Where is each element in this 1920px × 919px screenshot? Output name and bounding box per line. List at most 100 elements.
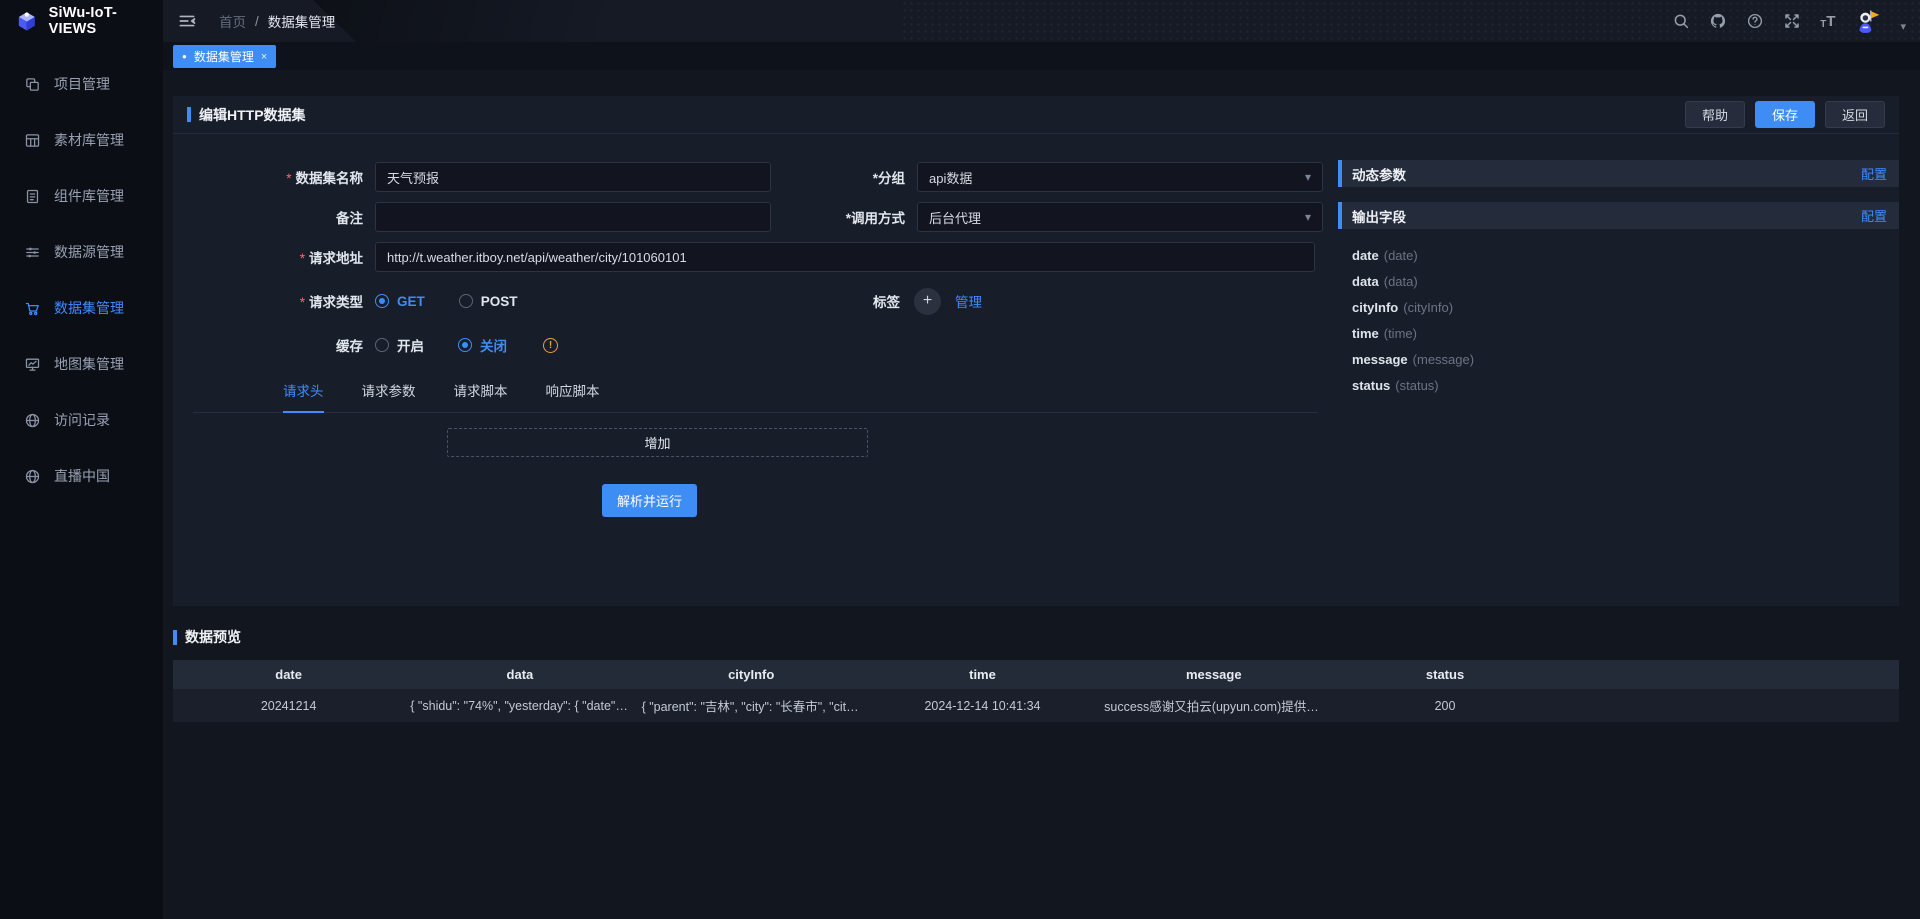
tab-request-headers[interactable]: 请求头 xyxy=(283,380,324,413)
radio-label: GET xyxy=(397,294,425,309)
back-button[interactable]: 返回 xyxy=(1825,101,1885,128)
sidebar-item-label: 组件库管理 xyxy=(54,186,124,206)
sidebar-item-component-library[interactable]: 组件库管理 xyxy=(0,168,163,224)
help-question-icon[interactable] xyxy=(1746,12,1764,30)
tab-request-script[interactable]: 请求脚本 xyxy=(454,380,508,412)
preview-table: date data cityInfo time message status 2… xyxy=(173,660,1899,722)
fullscreen-icon[interactable] xyxy=(1783,12,1801,30)
sidebar-item-access-log[interactable]: 访问记录 xyxy=(0,392,163,448)
field-name: time xyxy=(1352,326,1379,341)
request-type-post-radio[interactable]: POST xyxy=(459,294,518,309)
remark-input[interactable] xyxy=(375,202,771,232)
github-icon[interactable] xyxy=(1709,12,1727,30)
data-preview-header: 数据预览 xyxy=(173,627,1899,647)
add-tag-button[interactable]: + xyxy=(914,288,941,315)
accent-bar xyxy=(1338,202,1342,229)
chevron-down-icon[interactable]: ▾ xyxy=(1900,20,1906,33)
globe-icon xyxy=(24,468,41,485)
manage-tags-link[interactable]: 管理 xyxy=(955,291,982,311)
sidebar-item-label: 地图集管理 xyxy=(54,354,124,374)
field-alias: (date) xyxy=(1384,248,1418,263)
right-panel: 动态参数 配置 输出字段 配置 date(date) data(data) ci… xyxy=(1338,160,1899,398)
warning-icon: ! xyxy=(543,338,558,353)
table-row: 20241214 { "shidu": "74%", "yesterday": … xyxy=(173,689,1899,722)
accent-bar xyxy=(1338,160,1342,187)
invoke-mode-label: *调用方式 xyxy=(785,207,905,227)
request-config-tabs: 请求头 请求参数 请求脚本 响应脚本 xyxy=(193,380,1318,413)
cache-on-radio[interactable]: 开启 xyxy=(375,335,424,355)
add-header-button[interactable]: 增加 xyxy=(447,428,868,457)
topbar-actions: TT ▾ xyxy=(1672,8,1906,35)
parse-and-run-button[interactable]: 解析并运行 xyxy=(602,484,697,517)
panel-header: 编辑HTTP数据集 帮助 保存 返回 xyxy=(173,96,1899,134)
cell-date: 20241214 xyxy=(173,689,404,722)
sidebar-item-datasource[interactable]: 数据源管理 xyxy=(0,224,163,280)
cell-cityinfo: { "parent": "吉林", "city": "长春市", "cityke… xyxy=(636,689,867,722)
radio-icon xyxy=(458,338,472,352)
list-item: message(message) xyxy=(1352,346,1899,372)
field-name: message xyxy=(1352,352,1408,367)
font-size-icon[interactable]: TT xyxy=(1820,13,1835,30)
col-time: time xyxy=(867,660,1098,689)
search-icon[interactable] xyxy=(1672,12,1690,30)
table-header-row: date data cityInfo time message status xyxy=(173,660,1899,689)
output-fields-header: 输出字段 配置 xyxy=(1338,202,1899,229)
active-dot-icon: ● xyxy=(182,53,187,61)
list-item: status(status) xyxy=(1352,372,1899,398)
sidebar-menu: 项目管理 素材库管理 组件库管理 数据源管理 数据集管理 xyxy=(0,56,163,504)
group-select-value: api数据 xyxy=(929,168,972,187)
field-name: status xyxy=(1352,378,1390,393)
field-name: date xyxy=(1352,248,1379,263)
sidebar-item-project[interactable]: 项目管理 xyxy=(0,56,163,112)
radio-label: 关闭 xyxy=(480,335,507,355)
radio-icon xyxy=(459,294,473,308)
radio-icon xyxy=(375,294,389,308)
sidebar-item-live-china[interactable]: 直播中国 xyxy=(0,448,163,504)
cache-off-radio[interactable]: 关闭 xyxy=(458,335,507,355)
help-button[interactable]: 帮助 xyxy=(1685,101,1745,128)
request-url-input[interactable] xyxy=(375,242,1315,272)
material-library-icon xyxy=(24,132,41,149)
dynamic-params-header: 动态参数 配置 xyxy=(1338,160,1899,187)
sidebar-item-label: 直播中国 xyxy=(54,466,110,486)
tab-dataset-management[interactable]: ● 数据集管理 × xyxy=(173,45,276,68)
sidebar-item-material-library[interactable]: 素材库管理 xyxy=(0,112,163,168)
invoke-mode-select-value: 后台代理 xyxy=(929,208,981,227)
required-mark: * xyxy=(300,251,305,266)
edit-http-dataset-panel: 编辑HTTP数据集 帮助 保存 返回 *数据集名称 *分组 api数据 ▾ xyxy=(173,96,1899,606)
data-preview-section: 数据预览 date data cityInfo time message sta… xyxy=(173,627,1899,722)
invoke-mode-select[interactable]: 后台代理 ▾ xyxy=(917,202,1323,232)
cache-label: 缓存 xyxy=(193,335,363,355)
sidebar-item-dataset[interactable]: 数据集管理 xyxy=(0,280,163,336)
font-size-large: T xyxy=(1826,13,1835,30)
sidebar-collapse-icon[interactable] xyxy=(177,11,197,31)
radio-icon xyxy=(375,338,389,352)
group-select[interactable]: api数据 ▾ xyxy=(917,162,1323,192)
save-button[interactable]: 保存 xyxy=(1755,101,1815,128)
request-type-get-radio[interactable]: GET xyxy=(375,294,425,309)
globe-icon xyxy=(24,412,41,429)
datasource-icon xyxy=(24,244,41,261)
output-fields-title: 输出字段 xyxy=(1352,206,1406,226)
close-icon[interactable]: × xyxy=(261,51,267,63)
user-avatar[interactable] xyxy=(1854,8,1881,35)
dataset-name-input[interactable] xyxy=(375,162,771,192)
dynamic-params-title: 动态参数 xyxy=(1352,164,1406,184)
tags-group: 标签 + 管理 xyxy=(873,288,982,315)
request-type-label: *请求类型 xyxy=(193,291,363,311)
field-alias: (data) xyxy=(1384,274,1418,289)
plus-icon: + xyxy=(923,292,932,310)
col-date: date xyxy=(173,660,404,689)
accent-bar xyxy=(187,107,191,122)
group-label: *分组 xyxy=(785,167,905,187)
col-cityinfo: cityInfo xyxy=(636,660,867,689)
dynamic-params-config-link[interactable]: 配置 xyxy=(1861,164,1887,183)
sidebar-item-label: 数据源管理 xyxy=(54,242,124,262)
sidebar-item-map-atlas[interactable]: 地图集管理 xyxy=(0,336,163,392)
tab-request-params[interactable]: 请求参数 xyxy=(362,380,416,412)
breadcrumb-home[interactable]: 首页 xyxy=(219,11,246,31)
output-fields-config-link[interactable]: 配置 xyxy=(1861,206,1887,225)
app-title: SiWu-IoT-VIEWS xyxy=(49,5,163,37)
tab-response-script[interactable]: 响应脚本 xyxy=(546,380,600,412)
cell-filler xyxy=(1561,689,1899,722)
